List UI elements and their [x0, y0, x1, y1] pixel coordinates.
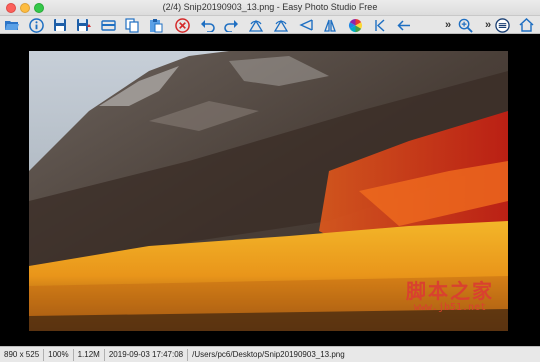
redo-icon[interactable]	[223, 17, 239, 33]
open-folder-icon[interactable]	[4, 17, 20, 33]
rotate-left-icon[interactable]	[248, 17, 264, 33]
home-icon[interactable]	[518, 17, 534, 33]
watermark-url-text: www.jb51.net	[413, 302, 487, 313]
status-bar: 890 x 525 100% 1.12M 2019-09-03 17:47:08…	[0, 346, 540, 362]
color-wheel-icon[interactable]	[347, 17, 363, 33]
image-canvas[interactable]: 脚本之家 www.jb51.net	[0, 34, 540, 346]
flip-horizontal-icon[interactable]	[298, 17, 314, 33]
toolbar: » »	[0, 16, 540, 34]
info-icon[interactable]	[28, 17, 44, 33]
copy-icon[interactable]	[124, 17, 140, 33]
delete-icon[interactable]	[174, 17, 190, 33]
first-image-icon[interactable]	[372, 17, 388, 33]
previous-image-icon[interactable]	[396, 17, 412, 33]
window-title: (2/4) Snip20190903_13.png - Easy Photo S…	[162, 2, 378, 12]
flip-vertical-icon[interactable]	[322, 17, 338, 33]
photo-mountain-autumn: 脚本之家 www.jb51.net	[29, 51, 508, 331]
save-as-icon[interactable]	[76, 17, 92, 33]
watermark: 脚本之家 www.jb51.net	[406, 281, 494, 313]
undo-icon[interactable]	[199, 17, 215, 33]
status-zoom: 100%	[44, 348, 74, 361]
paste-icon[interactable]	[148, 17, 164, 33]
menu-icon[interactable]	[494, 17, 510, 33]
scan-icon[interactable]	[100, 17, 116, 33]
status-dimensions: 890 x 525	[0, 348, 45, 361]
status-filesize: 1.12M	[74, 348, 105, 361]
status-path: /Users/pc6/Desktop/Snip20190903_13.png	[192, 349, 345, 359]
rotate-right-icon[interactable]	[273, 17, 289, 33]
title-bar: (2/4) Snip20190903_13.png - Easy Photo S…	[0, 0, 540, 16]
save-icon[interactable]	[52, 17, 68, 33]
zoom-in-icon[interactable]	[457, 17, 473, 33]
watermark-chinese-text: 脚本之家	[406, 279, 494, 303]
status-datetime: 2019-09-03 17:47:08	[105, 348, 189, 361]
toolbar-overflow-left[interactable]: »	[440, 17, 456, 33]
